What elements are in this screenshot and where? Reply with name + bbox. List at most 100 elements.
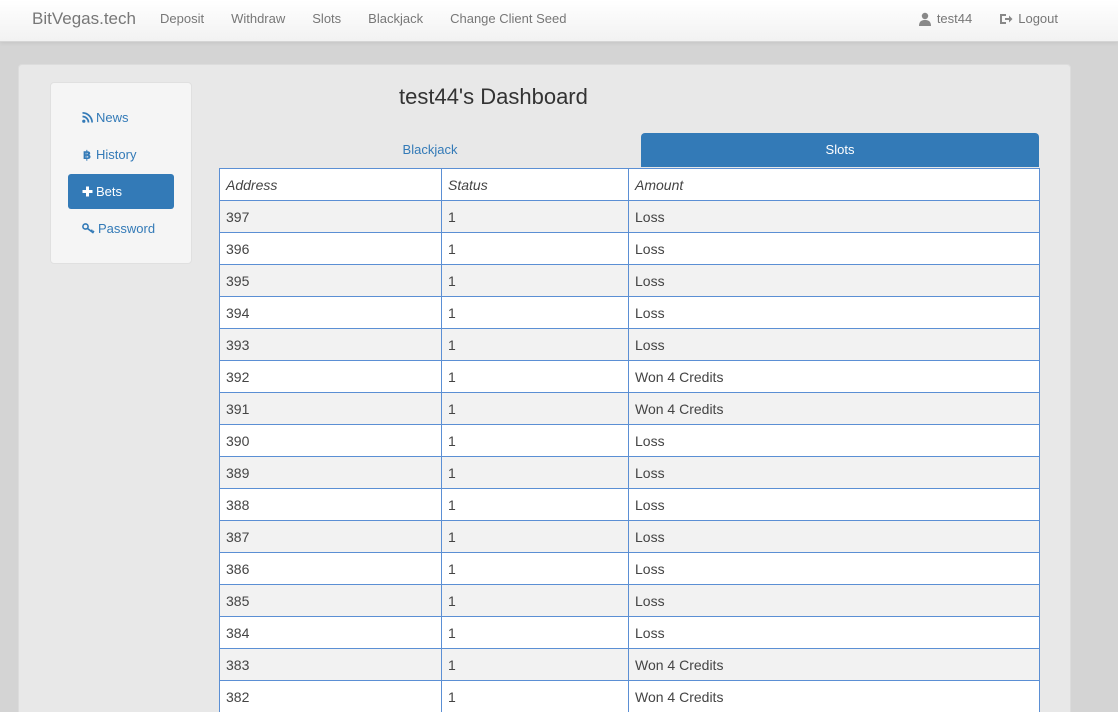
nav-withdraw[interactable]: Withdraw (231, 0, 285, 42)
cell-address: 389 (219, 456, 442, 489)
table-row: 395 1 Loss (219, 264, 1040, 297)
cell-address: 383 (219, 648, 442, 681)
cell-address: 392 (219, 360, 442, 393)
cell-amount: Won 4 Credits (628, 680, 1040, 712)
cell-address: 388 (219, 488, 442, 521)
cell-address: 394 (219, 296, 442, 329)
cell-amount: Loss (628, 456, 1040, 489)
cell-status: 1 (441, 584, 629, 617)
table-header-row: Address Status Amount (219, 168, 1040, 201)
cell-status: 1 (441, 488, 629, 521)
sidebar-item-label: News (96, 110, 129, 125)
nav-right: test44 Logout (891, 0, 1058, 42)
table-row: 392 1 Won 4 Credits (219, 360, 1040, 393)
bets-table: Address Status Amount 397 1 Loss 396 1 Loss 39… (219, 168, 1040, 712)
sidebar-item-bets[interactable]: Bets (68, 174, 174, 209)
table-row: 388 1 Loss (219, 488, 1040, 521)
tab-slots[interactable]: Slots (641, 133, 1039, 167)
cell-amount: Loss (628, 424, 1040, 457)
column-header-status: Status (441, 168, 629, 201)
table-row: 389 1 Loss (219, 456, 1040, 489)
rss-icon (81, 112, 93, 124)
cell-status: 1 (441, 680, 629, 712)
cell-status: 1 (441, 296, 629, 329)
nav-links: Deposit Withdraw Slots Blackjack Change … (160, 0, 593, 42)
table-row: 384 1 Loss (219, 616, 1040, 649)
logout-icon (999, 12, 1013, 26)
sidebar: News ฿ History Bets Password (50, 82, 192, 264)
cell-amount: Won 4 Credits (628, 360, 1040, 393)
brand-link[interactable]: BitVegas.tech (32, 9, 136, 29)
cell-amount: Loss (628, 488, 1040, 521)
table-row: 394 1 Loss (219, 296, 1040, 329)
table-row: 397 1 Loss (219, 200, 1040, 233)
game-tabs: Blackjack Slots (220, 133, 1039, 167)
cell-amount: Loss (628, 584, 1040, 617)
cell-status: 1 (441, 648, 629, 681)
cell-address: 384 (219, 616, 442, 649)
table-row: 393 1 Loss (219, 328, 1040, 361)
cell-status: 1 (441, 552, 629, 585)
sidebar-item-label: Password (98, 221, 156, 236)
sidebar-item-label: History (96, 147, 137, 162)
cell-amount: Loss (628, 520, 1040, 553)
nav-user-label: test44 (936, 11, 973, 26)
page-title: test44's Dashboard (399, 84, 588, 109)
sidebar-item-news[interactable]: News (68, 100, 174, 135)
top-navbar: BitVegas.tech Deposit Withdraw Slots Bla… (0, 0, 1118, 42)
cell-address: 382 (219, 680, 442, 712)
cell-status: 1 (441, 264, 629, 297)
table-row: 396 1 Loss (219, 232, 1040, 265)
key-icon (81, 223, 95, 235)
cell-address: 393 (219, 328, 442, 361)
table-row: 387 1 Loss (219, 520, 1040, 553)
cell-amount: Won 4 Credits (628, 392, 1040, 425)
cell-amount: Loss (628, 296, 1040, 329)
cell-status: 1 (441, 520, 629, 553)
nav-user[interactable]: test44 (918, 0, 972, 37)
bitcoin-icon: ฿ (82, 147, 92, 162)
cell-address: 391 (219, 392, 442, 425)
column-header-amount: Amount (628, 168, 1040, 201)
cell-status: 1 (441, 328, 629, 361)
cell-status: 1 (441, 424, 629, 457)
tab-blackjack[interactable]: Blackjack (220, 133, 640, 167)
table-row: 383 1 Won 4 Credits (219, 648, 1040, 681)
nav-change-client-seed[interactable]: Change Client Seed (450, 0, 566, 42)
cell-amount: Loss (628, 200, 1040, 233)
cell-status: 1 (441, 616, 629, 649)
cell-amount: Loss (628, 328, 1040, 361)
cell-address: 385 (219, 584, 442, 617)
cell-address: 396 (219, 232, 442, 265)
cell-amount: Loss (628, 232, 1040, 265)
cell-status: 1 (441, 392, 629, 425)
cell-address: 395 (219, 264, 442, 297)
cell-status: 1 (441, 232, 629, 265)
sidebar-item-history[interactable]: ฿ History (68, 137, 174, 172)
cell-address: 386 (219, 552, 442, 585)
nav-deposit[interactable]: Deposit (160, 0, 204, 42)
table-row: 385 1 Loss (219, 584, 1040, 617)
cell-status: 1 (441, 456, 629, 489)
cell-amount: Loss (628, 552, 1040, 585)
table-row: 390 1 Loss (219, 424, 1040, 457)
user-icon (918, 12, 932, 26)
sidebar-item-password[interactable]: Password (68, 211, 174, 246)
table-row: 382 1 Won 4 Credits (219, 680, 1040, 712)
column-header-address: Address (219, 168, 442, 201)
cell-address: 390 (219, 424, 442, 457)
cell-address: 397 (219, 200, 442, 233)
sidebar-item-label: Bets (96, 184, 123, 199)
nav-logout-label: Logout (1018, 11, 1058, 26)
nav-blackjack[interactable]: Blackjack (368, 0, 423, 42)
cell-amount: Loss (628, 616, 1040, 649)
nav-slots[interactable]: Slots (312, 0, 341, 42)
cell-status: 1 (441, 200, 629, 233)
nav-logout[interactable]: Logout (999, 0, 1058, 37)
plus-icon (81, 186, 93, 198)
table-row: 391 1 Won 4 Credits (219, 392, 1040, 425)
table-row: 386 1 Loss (219, 552, 1040, 585)
cell-amount: Won 4 Credits (628, 648, 1040, 681)
cell-status: 1 (441, 360, 629, 393)
cell-address: 387 (219, 520, 442, 553)
